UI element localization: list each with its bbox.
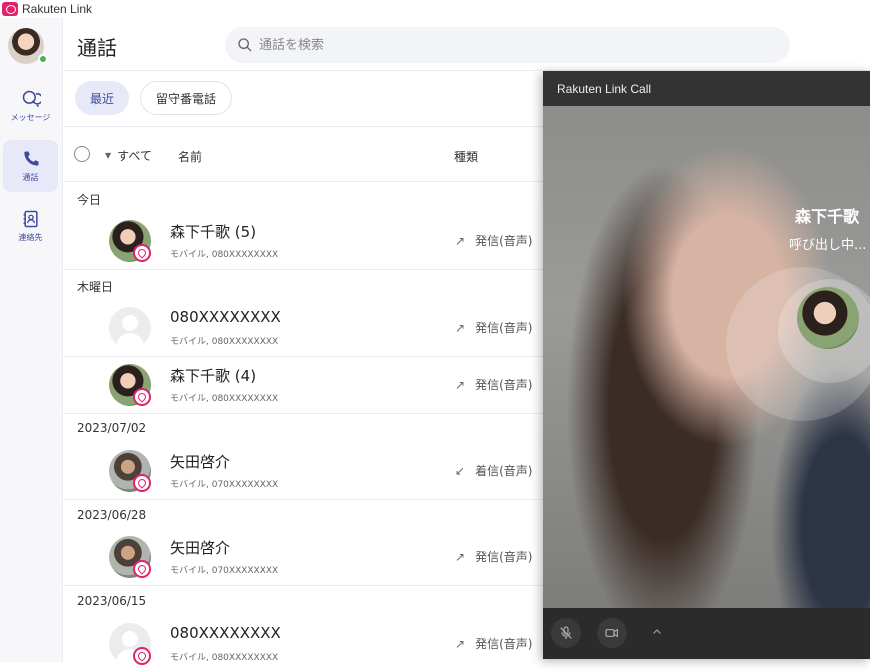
video-camera-icon (605, 628, 618, 638)
outgoing-arrow-icon: ↗ (455, 636, 466, 651)
column-type-header[interactable]: 種類 (454, 148, 478, 165)
user-avatar[interactable] (8, 28, 48, 66)
call-row[interactable]: 矢田啓介 モバイル, 070XXXXXXXX ↗ 発信(音声) (63, 529, 543, 585)
contact-number: モバイル, 080XXXXXXXX (170, 653, 279, 663)
contact-number: モバイル, 080XXXXXXXX (170, 337, 279, 347)
chat-bubbles-icon (22, 90, 41, 108)
filter-voicemail-button[interactable]: 留守番電話 (140, 81, 232, 115)
contact-number: モバイル, 080XXXXXXXX (170, 250, 279, 260)
filter-all-label: すべて (117, 149, 152, 163)
expand-options-button[interactable] (647, 622, 667, 642)
callee-avatar (797, 287, 859, 349)
call-count: (4) (234, 367, 257, 385)
divider (63, 499, 543, 500)
contact-number: モバイル, 070XXXXXXXX (170, 480, 279, 490)
online-status-dot (38, 54, 48, 64)
rakuten-link-badge-icon (133, 474, 151, 492)
column-name-header[interactable]: 名前 (178, 148, 202, 165)
contact-name: 森下千歌 (4) (170, 367, 257, 385)
call-type: ↗ 発信(音声) (455, 320, 533, 336)
contacts-book-icon (23, 210, 38, 228)
section-date-label: 今日 (77, 193, 102, 207)
sidebar: メッセージ 通話 連絡先 (0, 18, 63, 662)
call-toolbar (543, 608, 870, 659)
contact-name: 矢田啓介 (170, 453, 231, 471)
filter-recent-button[interactable]: 最近 (75, 81, 129, 115)
mic-off-icon (560, 626, 572, 639)
call-window[interactable]: Rakuten Link Call 森下千歌 呼び出し中... (543, 71, 870, 659)
rakuten-link-logo-icon (2, 2, 18, 16)
contact-name: 矢田啓介 (170, 539, 231, 557)
sidebar-item-label: 連絡先 (18, 233, 43, 242)
person-head-icon (122, 315, 138, 331)
contact-avatar-placeholder (109, 307, 151, 349)
person-head-icon (122, 631, 138, 647)
search-bar[interactable] (225, 27, 790, 63)
call-background-video: 森下千歌 呼び出し中... (543, 106, 870, 608)
call-type: ↙ 着信(音声) (455, 463, 533, 479)
call-window-title: Rakuten Link Call (557, 81, 652, 96)
select-all-checkbox[interactable] (74, 146, 90, 162)
divider (63, 585, 543, 586)
call-type: ↗ 発信(音声) (455, 377, 533, 393)
sidebar-item-calls[interactable]: 通話 (3, 140, 58, 192)
caret-down-icon: ▼ (105, 151, 112, 160)
call-window-titlebar[interactable]: Rakuten Link Call (543, 71, 870, 106)
search-input[interactable] (259, 37, 759, 53)
rakuten-link-badge-icon (133, 388, 151, 406)
call-row[interactable]: 080XXXXXXXX モバイル, 080XXXXXXXX ↗ 発信(音声) (63, 616, 543, 672)
section-date-label: 2023/06/28 (77, 508, 147, 522)
outgoing-arrow-icon: ↗ (455, 549, 466, 564)
contact-name: 080XXXXXXXX (170, 308, 281, 326)
list-column-header: ▼ すべて 名前 種類 (63, 127, 543, 181)
chevron-up-icon (653, 629, 661, 634)
incoming-arrow-icon: ↙ (455, 463, 466, 478)
divider (63, 269, 543, 270)
section-date-label: 2023/07/02 (77, 421, 147, 435)
call-row[interactable]: 080XXXXXXXX モバイル, 080XXXXXXXX ↗ 発信(音声) (63, 300, 543, 356)
person-body-icon (116, 333, 144, 349)
phone-icon (23, 151, 38, 166)
video-button[interactable] (597, 618, 627, 648)
call-type: ↗ 発信(音声) (455, 636, 533, 652)
page-title: 通話 (77, 36, 117, 60)
outgoing-arrow-icon: ↗ (455, 233, 466, 248)
contact-number: モバイル, 080XXXXXXXX (170, 394, 279, 404)
call-row[interactable]: 矢田啓介 モバイル, 070XXXXXXXX ↙ 着信(音声) (63, 443, 543, 499)
contact-number: モバイル, 070XXXXXXXX (170, 566, 279, 576)
outgoing-arrow-icon: ↗ (455, 377, 466, 392)
window-titlebar: Rakuten Link (0, 0, 870, 18)
search-icon (238, 38, 252, 52)
contact-name: 080XXXXXXXX (170, 624, 281, 642)
section-date-label: 木曜日 (77, 280, 114, 294)
divider (63, 413, 543, 414)
filter-all-dropdown[interactable]: ▼ すべて (105, 147, 152, 164)
call-type: ↗ 発信(音声) (455, 233, 533, 249)
callee-name: 森下千歌 (795, 207, 860, 226)
sidebar-item-messages[interactable]: メッセージ (3, 80, 58, 132)
call-row[interactable]: 森下千歌 (4) モバイル, 080XXXXXXXX ↗ 発信(音声) (63, 357, 543, 413)
call-status: 呼び出し中... (789, 238, 867, 253)
contact-name: 森下千歌 (5) (170, 223, 257, 241)
divider (63, 181, 543, 182)
rakuten-link-badge-icon (133, 244, 151, 262)
outgoing-arrow-icon: ↗ (455, 320, 466, 335)
sidebar-item-label: 通話 (22, 173, 39, 182)
rakuten-link-badge-icon (133, 560, 151, 578)
mute-button[interactable] (551, 618, 581, 648)
call-type: ↗ 発信(音声) (455, 549, 533, 565)
sidebar-item-label: メッセージ (10, 113, 51, 122)
rakuten-link-badge-icon (133, 647, 151, 665)
sidebar-item-contacts[interactable]: 連絡先 (3, 200, 58, 252)
window-title: Rakuten Link (22, 2, 93, 16)
call-row[interactable]: 森下千歌 (5) モバイル, 080XXXXXXXX ↗ 発信(音声) (63, 213, 543, 269)
call-count: (5) (234, 223, 257, 241)
section-date-label: 2023/06/15 (77, 594, 147, 608)
